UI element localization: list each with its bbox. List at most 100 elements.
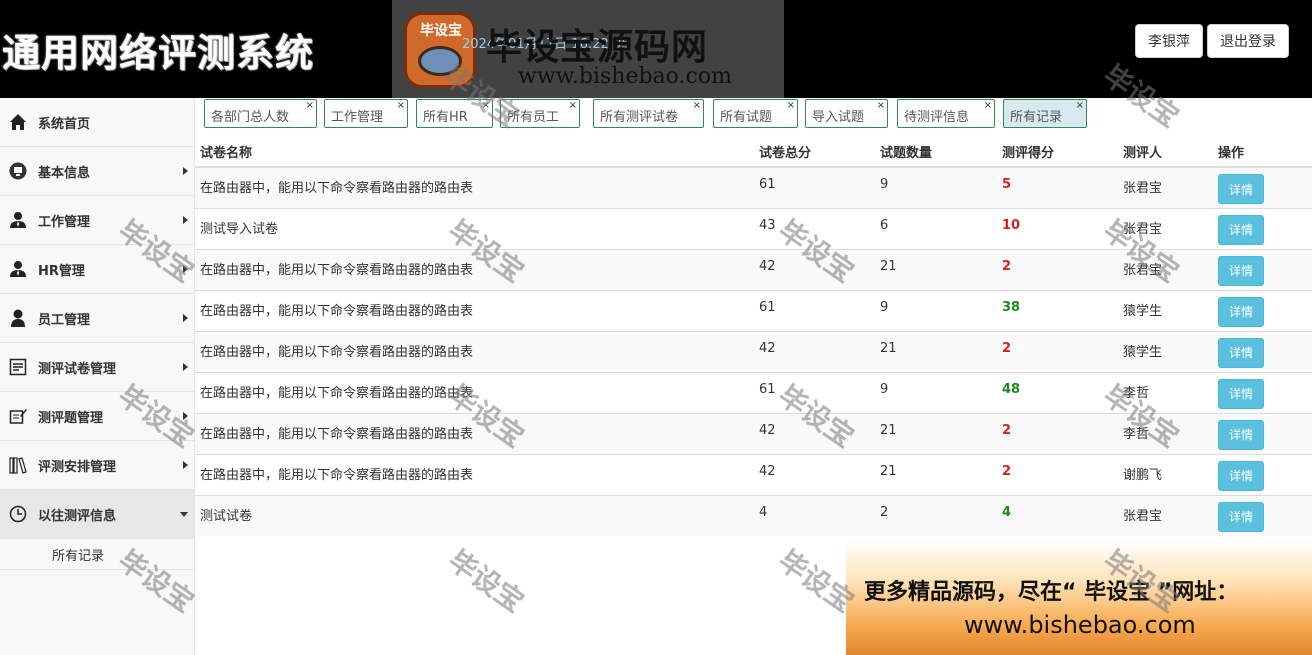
- person-cell: 李哲: [1118, 412, 1213, 454]
- watermark-logo-eye-icon: [418, 46, 462, 76]
- tab-work-management[interactable]: 工作管理 ×: [324, 99, 408, 128]
- sidebar-item-label: 评测安排管理: [38, 459, 117, 475]
- sidebar-item-work[interactable]: 工作管理: [0, 196, 194, 245]
- app-title: 通用网络评测系统: [2, 30, 315, 75]
- table-row: 在路由器中，能用以下命令察看路由器的路由表 61 9 38 猿学生 详情: [195, 289, 1312, 331]
- total-score-cell: 42: [754, 412, 875, 454]
- detail-button[interactable]: 详情: [1218, 337, 1264, 368]
- score-cell: 4: [997, 494, 1118, 536]
- score-cell: 2: [997, 330, 1118, 372]
- sidebar-item-history[interactable]: 以往测评信息: [0, 490, 194, 539]
- question-count-cell: 21: [875, 412, 997, 454]
- user-tie-icon: [8, 210, 28, 230]
- edit-icon: [8, 406, 28, 426]
- sidebar-item-basic-info[interactable]: 基本信息: [0, 147, 194, 196]
- close-icon[interactable]: ×: [397, 101, 405, 111]
- caret-right-icon: [183, 461, 188, 469]
- tab-all-hr[interactable]: 所有HR ×: [416, 99, 493, 128]
- watermark-logo-url: www.bishebao.com: [518, 64, 732, 89]
- score-cell: 48: [997, 371, 1118, 413]
- sidebar-item-hr[interactable]: HR管理: [0, 245, 194, 294]
- sidebar-item-schedule[interactable]: 评测安排管理: [0, 441, 194, 490]
- detail-button[interactable]: 详情: [1218, 460, 1264, 491]
- paper-name-cell: 在路由器中，能用以下命令察看路由器的路由表: [195, 248, 754, 290]
- watermark-logo-badge: 毕设宝: [420, 23, 462, 39]
- user-name-button[interactable]: 李银萍: [1135, 24, 1203, 58]
- sidebar-item-questions[interactable]: 测评题管理: [0, 392, 194, 441]
- paper-name-cell: 在路由器中，能用以下命令察看路由器的路由表: [195, 412, 754, 454]
- question-count-cell: 9: [875, 166, 997, 208]
- detail-button[interactable]: 详情: [1218, 255, 1264, 286]
- paper-name-cell: 在路由器中，能用以下命令察看路由器的路由表: [195, 453, 754, 495]
- total-score-cell: 61: [754, 166, 875, 208]
- caret-right-icon: [183, 167, 188, 175]
- close-icon[interactable]: ×: [877, 101, 885, 111]
- sidebar-item-employees[interactable]: 员工管理: [0, 294, 194, 343]
- detail-button[interactable]: 详情: [1218, 378, 1264, 409]
- detail-button[interactable]: 详情: [1218, 174, 1264, 204]
- score-cell: 2: [997, 453, 1118, 495]
- total-score-cell: 42: [754, 248, 875, 290]
- caret-right-icon: [183, 412, 188, 420]
- sidebar-item-label: 以往测评信息: [38, 508, 117, 524]
- score-cell: 38: [997, 289, 1118, 331]
- close-icon[interactable]: ×: [569, 101, 577, 111]
- tab-all-papers[interactable]: 所有测评试卷 ×: [593, 99, 704, 128]
- sidebar-item-papers[interactable]: 测评试卷管理: [0, 343, 194, 392]
- paper-name-cell: 测试试卷: [195, 494, 754, 536]
- paper-name-cell: 在路由器中，能用以下命令察看路由器的路由表: [195, 166, 754, 208]
- records-table-wrap: 试卷名称 试卷总分 试题数量 测评得分 测评人 操作 在路由器中，能用以下命令察…: [195, 136, 1312, 536]
- person-cell: 猿学生: [1118, 289, 1213, 331]
- tab-all-questions[interactable]: 所有试题 ×: [713, 99, 798, 128]
- person-cell: 李哲: [1118, 371, 1213, 413]
- sidebar-item-label: 测评题管理: [38, 410, 104, 426]
- tab-label: 所有记录: [1010, 110, 1063, 125]
- tab-label: 待测评信息: [904, 110, 970, 125]
- column-header-question-count: 试题数量: [875, 136, 997, 168]
- close-icon[interactable]: ×: [1076, 101, 1084, 111]
- close-icon[interactable]: ×: [787, 101, 795, 111]
- close-icon[interactable]: ×: [482, 101, 490, 111]
- detail-button[interactable]: 详情: [1218, 501, 1264, 532]
- question-count-cell: 9: [875, 371, 997, 413]
- detail-button[interactable]: 详情: [1218, 214, 1264, 245]
- tab-all-employees[interactable]: 所有员工 ×: [500, 99, 580, 128]
- tab-label: 所有HR: [423, 110, 468, 125]
- watermark-text: 毕设宝: [442, 543, 531, 619]
- tab-department-headcount[interactable]: 各部门总人数 ×: [204, 99, 317, 128]
- watermark-logo-text: 毕设宝源码网: [486, 27, 709, 68]
- actions-cell: 详情: [1213, 248, 1312, 290]
- table-header-row: 试卷名称 试卷总分 试题数量 测评得分 测评人 操作: [195, 136, 1312, 168]
- close-icon[interactable]: ×: [306, 101, 314, 111]
- close-icon[interactable]: ×: [693, 101, 701, 111]
- table-row: 在路由器中，能用以下命令察看路由器的路由表 42 21 2 猿学生 详情: [195, 330, 1312, 372]
- promo-banner-text: 更多精品源码，尽在“ 毕设宝 ”网址：: [864, 580, 1239, 605]
- score-cell: 10: [997, 207, 1118, 249]
- person-cell: 张君宝: [1118, 494, 1213, 536]
- sidebar-item-label: HR管理: [38, 263, 85, 279]
- question-count-cell: 21: [875, 453, 997, 495]
- score-cell: 2: [997, 412, 1118, 454]
- caret-right-icon: [183, 216, 188, 224]
- question-count-cell: 9: [875, 289, 997, 331]
- records-table: 试卷名称 试卷总分 试题数量 测评得分 测评人 操作 在路由器中，能用以下命令察…: [195, 136, 1312, 536]
- total-score-cell: 61: [754, 371, 875, 413]
- sidebar-subitem-all-records[interactable]: 所有记录: [0, 539, 194, 570]
- logout-button[interactable]: 退出登录: [1207, 24, 1289, 58]
- close-icon[interactable]: ×: [984, 101, 992, 111]
- tab-import-questions[interactable]: 导入试题 ×: [805, 99, 888, 128]
- table-row: 在路由器中，能用以下命令察看路由器的路由表 42 21 2 谢鹏飞 详情: [195, 453, 1312, 495]
- detail-button[interactable]: 详情: [1218, 419, 1264, 450]
- total-score-cell: 61: [754, 289, 875, 331]
- sidebar-item-label: 测评试卷管理: [38, 361, 117, 377]
- column-header-person: 测评人: [1118, 136, 1213, 168]
- sidebar-item-home[interactable]: 系统首页: [0, 98, 194, 147]
- sidebar-item-label: 系统首页: [38, 116, 91, 132]
- table-row: 在路由器中，能用以下命令察看路由器的路由表 61 9 48 李哲 详情: [195, 371, 1312, 413]
- detail-button[interactable]: 详情: [1218, 296, 1264, 327]
- tab-all-records[interactable]: 所有记录 ×: [1003, 99, 1087, 128]
- actions-cell: 详情: [1213, 412, 1312, 454]
- person-cell: 张君宝: [1118, 207, 1213, 249]
- tab-pending-evaluations[interactable]: 待测评信息 ×: [897, 99, 995, 128]
- promo-banner-url: www.bishebao.com: [964, 611, 1196, 639]
